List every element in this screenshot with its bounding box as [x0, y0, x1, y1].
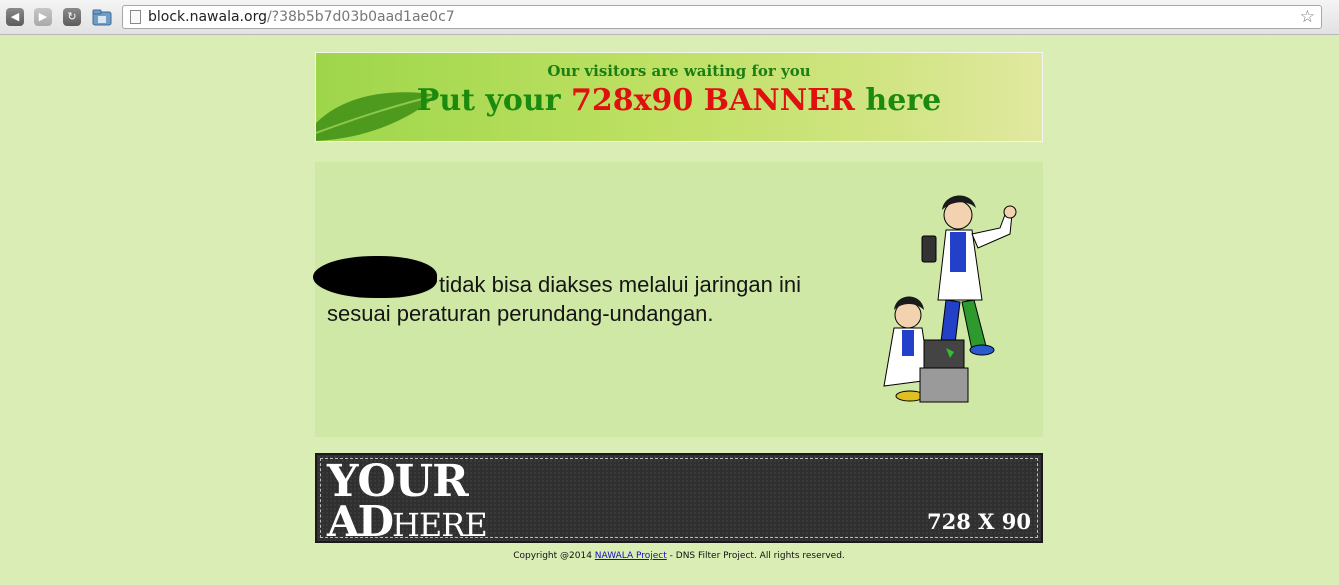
forward-arrow-icon: ▶ [38, 10, 48, 23]
forward-button[interactable]: ▶ [34, 8, 52, 26]
block-message: tidak bisa diakses melalui jaringan ini … [327, 270, 887, 328]
reload-button[interactable]: ↻ [63, 8, 81, 26]
reload-icon: ↻ [67, 10, 77, 23]
folder-icon [92, 9, 112, 26]
banner-headline: Put your 728x90 BANNER here [316, 83, 1042, 118]
bottom-ad-banner[interactable]: YOUR ADHERE 728 X 90 [315, 453, 1043, 544]
banner-size-label: 728 X 90 [927, 509, 1031, 534]
headline-part2: 728x90 BANNER [570, 83, 855, 118]
footer-suffix: - DNS Filter Project. All rights reserve… [666, 551, 845, 561]
url-path: /?38b5b7d03b0aad1ae0c7 [266, 9, 455, 25]
block-message-panel: tidak bisa diakses melalui jaringan ini … [313, 162, 1043, 437]
message-line2: sesuai peraturan perundang-undangan. [327, 301, 714, 326]
address-bar[interactable]: block.nawala.org/?38b5b7d03b0aad1ae0c7 ☆ [122, 5, 1322, 29]
nawala-project-link[interactable]: NAWALA Project [595, 551, 667, 561]
back-button[interactable]: ◀ [6, 8, 24, 26]
url-domain: block.nawala.org [148, 9, 267, 25]
ad-word: AD [327, 497, 394, 546]
banner-subtitle: Our visitors are waiting for you [547, 62, 811, 80]
apps-button[interactable] [92, 8, 112, 26]
ad-here-text: ADHERE [327, 501, 488, 551]
headline-part1: Put your [416, 83, 571, 118]
footer-prefix: Copyright @2014 [513, 551, 595, 561]
bookmark-star-icon[interactable]: ☆ [1300, 7, 1315, 27]
page-icon [130, 10, 141, 24]
headline-part3: here [854, 83, 942, 118]
top-ad-banner[interactable]: Our visitors are waiting for you Put you… [315, 52, 1043, 142]
mascot-illustration [883, 195, 1017, 403]
url-text[interactable]: block.nawala.org/?38b5b7d03b0aad1ae0c7 [148, 9, 455, 25]
footer: Copyright @2014 NAWALA Project - DNS Fil… [315, 551, 1043, 561]
browser-toolbar: ◀ ▶ ↻ block.nawala.org/?38b5b7d03b0aad1a… [0, 0, 1339, 35]
back-arrow-icon: ◀ [10, 10, 20, 23]
banner-dashed-frame: YOUR ADHERE 728 X 90 [320, 458, 1038, 544]
here-word: HERE [392, 506, 488, 544]
message-line1: tidak bisa diakses melalui jaringan ini [439, 272, 801, 297]
